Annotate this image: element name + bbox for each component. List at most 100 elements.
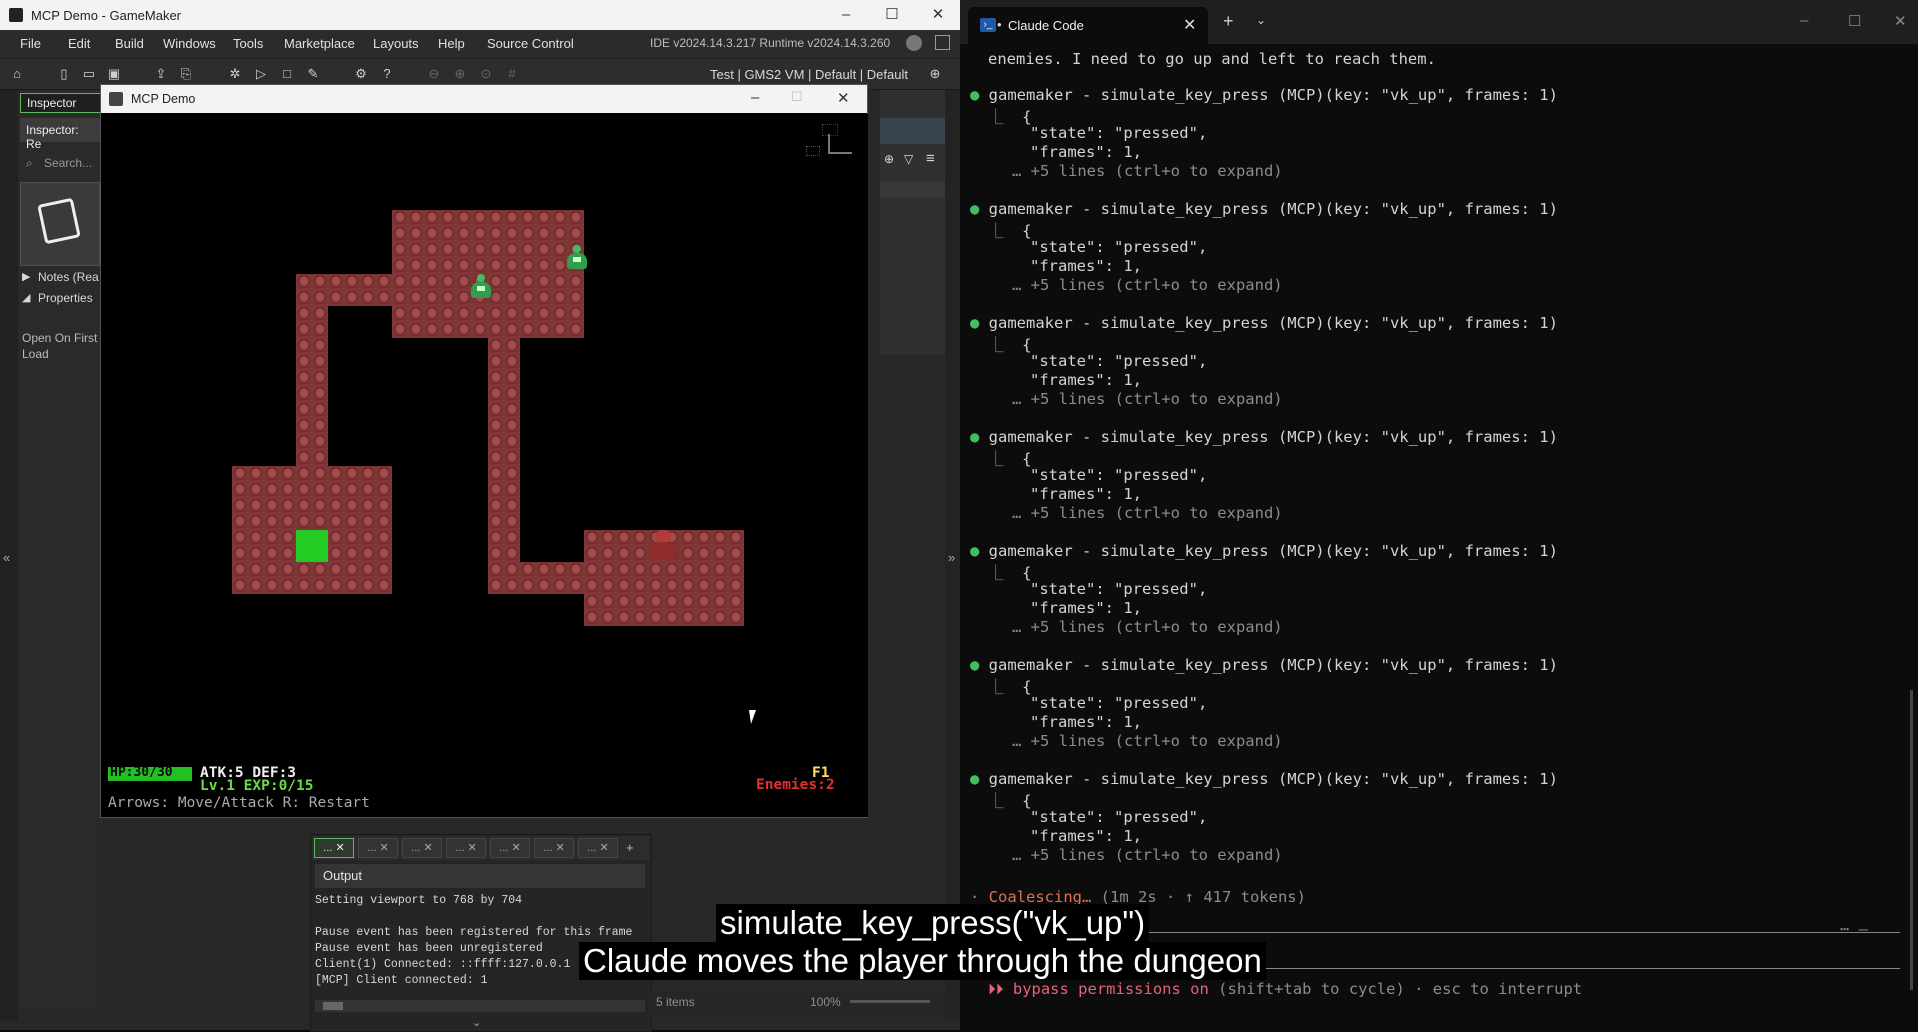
menu-edit[interactable]: Edit bbox=[68, 36, 90, 51]
zoom-in-icon[interactable]: ⊕ bbox=[451, 65, 469, 83]
game-close-icon[interactable]: ✕ bbox=[837, 89, 850, 107]
game-minimize-icon[interactable]: – bbox=[751, 89, 759, 106]
tab-dropdown-icon[interactable]: ⌄ bbox=[1256, 13, 1266, 27]
tool-call-text: gamemaker - simulate_key_press (MCP)(key… bbox=[988, 200, 1558, 218]
menu-build[interactable]: Build bbox=[115, 36, 144, 51]
corridor-bottom bbox=[520, 562, 584, 594]
terminal-tab[interactable]: ›_ • Claude Code ✕ bbox=[968, 7, 1208, 44]
properties-section[interactable]: Properties bbox=[38, 291, 93, 305]
home-icon[interactable]: ⌂ bbox=[8, 65, 26, 83]
output-tab-label: ... bbox=[411, 842, 421, 854]
grid-icon[interactable]: # bbox=[503, 65, 521, 83]
output-tab-6[interactable]: ... ✕ bbox=[534, 838, 574, 858]
zoom-reset-icon[interactable]: ⊙ bbox=[477, 65, 495, 83]
clean-icon[interactable]: ✎ bbox=[304, 65, 322, 83]
add-icon[interactable]: ⊕ bbox=[884, 152, 894, 166]
menu-layouts[interactable]: Layouts bbox=[373, 36, 419, 51]
game-titlebar: MCP Demo – ☐ ✕ bbox=[101, 85, 867, 113]
collapse-left-icon[interactable]: « bbox=[3, 550, 10, 565]
expand-down-icon[interactable]: ⌄ bbox=[472, 1016, 481, 1029]
output-tab-4[interactable]: ... ✕ bbox=[446, 838, 486, 858]
terminal-minimize-icon[interactable]: – bbox=[1800, 12, 1808, 29]
result-line: "frames": 1, bbox=[1030, 599, 1142, 617]
tool-call-text: gamemaker - simulate_key_press (MCP)(key… bbox=[988, 86, 1558, 104]
save-icon[interactable]: ▣ bbox=[105, 65, 123, 83]
game-canvas[interactable]: HP:30/30 ATK:5 DEF:3 Lv.1 EXP:0/15 Arrow… bbox=[102, 114, 868, 817]
output-hscrollbar[interactable] bbox=[315, 1000, 645, 1012]
game-window-title: MCP Demo bbox=[131, 92, 196, 106]
notes-section[interactable]: Notes (Rea bbox=[38, 270, 99, 284]
output-line: Setting viewport to 768 by 704 bbox=[315, 894, 523, 907]
open-folder-icon[interactable]: ▭ bbox=[80, 65, 98, 83]
stop-icon[interactable]: □ bbox=[278, 65, 296, 83]
game-maximize-icon[interactable]: ☐ bbox=[791, 89, 803, 105]
zoom-out-icon[interactable]: ⊖ bbox=[425, 65, 443, 83]
close-tab-icon[interactable]: ✕ bbox=[1183, 15, 1196, 35]
result-branch-icon: ⎿ bbox=[988, 678, 1023, 696]
gamemaker-logo-icon bbox=[9, 8, 23, 22]
tab-bullet: • bbox=[997, 17, 1002, 32]
output-tabs: ... ✕ ... ✕ ... ✕ ... ✕ ... ✕ ... ✕ ... … bbox=[312, 836, 650, 860]
expand-hint[interactable]: … +5 lines (ctrl+o to expand) bbox=[1012, 732, 1283, 750]
new-tab-icon[interactable]: + bbox=[1223, 11, 1234, 32]
settings-icon[interactable]: ⚙ bbox=[352, 65, 370, 83]
menu-file[interactable]: File bbox=[20, 36, 41, 51]
terminal-tabbar: ›_ • Claude Code ✕ + ⌄ – ☐ ✕ bbox=[960, 0, 1918, 44]
output-tab-7[interactable]: ... ✕ bbox=[578, 838, 618, 858]
debug-icon[interactable]: ✲ bbox=[226, 65, 244, 83]
output-line: Client(1) Connected: ::ffff:127.0.0.1 bbox=[315, 958, 571, 971]
filter-icon[interactable]: ▽ bbox=[904, 152, 913, 166]
target-config[interactable]: Test | GMS2 VM | Default | Default bbox=[710, 67, 908, 82]
collapse-right-icon[interactable]: » bbox=[948, 550, 955, 565]
output-tab-1[interactable]: ... ✕ bbox=[314, 838, 354, 858]
result-line: "frames": 1, bbox=[1030, 713, 1142, 731]
inspector-search-input[interactable]: Search... bbox=[44, 156, 92, 170]
package-icon[interactable]: ⎘ bbox=[177, 65, 195, 83]
expand-hint[interactable]: … +5 lines (ctrl+o to expand) bbox=[1012, 846, 1283, 864]
items-count: 5 items bbox=[656, 995, 695, 1009]
input-overflow-icon: ⋯ – bbox=[1840, 920, 1868, 938]
add-tab-icon[interactable]: + bbox=[626, 840, 634, 855]
zoom-level: 100% bbox=[810, 995, 841, 1009]
output-tab-2[interactable]: ... ✕ bbox=[358, 838, 398, 858]
maximize-icon[interactable]: ☐ bbox=[880, 5, 904, 25]
menu-icon[interactable]: ≡ bbox=[926, 150, 935, 167]
expand-hint[interactable]: … +5 lines (ctrl+o to expand) bbox=[1012, 276, 1283, 294]
result-branch-icon: ⎿ bbox=[988, 792, 1023, 810]
menu-help[interactable]: Help bbox=[438, 36, 465, 51]
inspector-tab[interactable]: Inspector bbox=[20, 93, 102, 113]
close-icon[interactable]: ✕ bbox=[926, 5, 950, 25]
tool-call-text: gamemaker - simulate_key_press (MCP)(key… bbox=[988, 428, 1558, 446]
target-icon[interactable]: ⊕ bbox=[926, 65, 944, 83]
menu-marketplace[interactable]: Marketplace bbox=[284, 36, 355, 51]
terminal-scrollbar[interactable] bbox=[1910, 690, 1913, 990]
minimize-icon[interactable]: – bbox=[834, 5, 858, 25]
chat-icon[interactable] bbox=[935, 35, 950, 50]
account-icon[interactable] bbox=[906, 35, 922, 51]
expand-arrow-icon[interactable]: ▶ bbox=[22, 270, 30, 283]
expand-hint[interactable]: … +5 lines (ctrl+o to expand) bbox=[1012, 618, 1283, 636]
tool-call-header: ● gamemaker - simulate_key_press (MCP)(k… bbox=[970, 86, 1558, 104]
success-dot-icon: ● bbox=[970, 770, 989, 788]
expand-hint[interactable]: … +5 lines (ctrl+o to expand) bbox=[1012, 504, 1283, 522]
new-file-icon[interactable]: ▯ bbox=[55, 65, 73, 83]
expand-hint[interactable]: … +5 lines (ctrl+o to expand) bbox=[1012, 390, 1283, 408]
menu-source-control[interactable]: Source Control bbox=[487, 36, 574, 51]
help-icon[interactable]: ? bbox=[378, 65, 396, 83]
terminal-close-icon[interactable]: ✕ bbox=[1894, 12, 1907, 30]
output-tab-3[interactable]: ... ✕ bbox=[402, 838, 442, 858]
collapse-arrow-icon[interactable]: ◢ bbox=[22, 291, 30, 304]
output-tab-5[interactable]: ... ✕ bbox=[490, 838, 530, 858]
create-exe-icon[interactable]: ⇪ bbox=[152, 65, 170, 83]
zoom-slider[interactable] bbox=[850, 1000, 930, 1003]
menu-tools[interactable]: Tools bbox=[233, 36, 263, 51]
run-icon[interactable]: ▷ bbox=[252, 65, 270, 83]
output-line: Pause event has been registered for this… bbox=[315, 926, 633, 939]
menu-windows[interactable]: Windows bbox=[163, 36, 216, 51]
terminal-maximize-icon[interactable]: ☐ bbox=[1848, 12, 1861, 30]
enemy-eyes bbox=[477, 286, 485, 291]
expand-hint[interactable]: … +5 lines (ctrl+o to expand) bbox=[1012, 162, 1283, 180]
scroll-thumb[interactable] bbox=[323, 1002, 343, 1010]
success-dot-icon: ● bbox=[970, 200, 989, 218]
enemy-head bbox=[477, 274, 485, 282]
